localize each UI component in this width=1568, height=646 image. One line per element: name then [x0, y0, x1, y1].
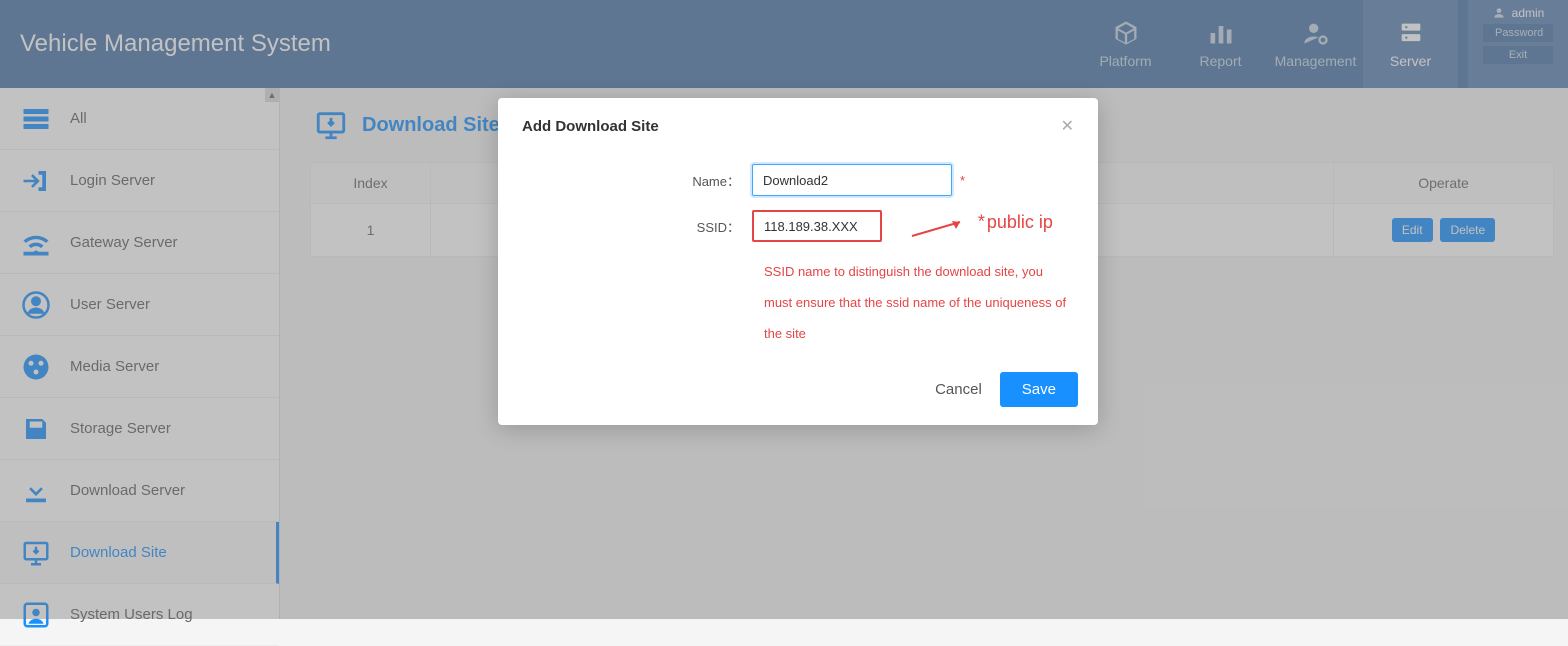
name-input[interactable] [752, 164, 952, 196]
modal-header: Add Download Site ✕ [498, 98, 1098, 154]
ssid-input[interactable] [752, 210, 882, 242]
ssid-label: SSID： [522, 217, 752, 236]
arrow-icon [910, 216, 970, 240]
modal-title: Add Download Site [522, 118, 659, 135]
public-ip-annotation: *public ip [976, 212, 1053, 234]
ssid-help-text: SSID name to distinguish the download si… [764, 256, 1074, 350]
modal-body: Name： * SSID： *public ip SSID name to di… [498, 154, 1098, 358]
required-star: * [960, 173, 965, 188]
add-download-site-modal: Add Download Site ✕ Name： * SSID： *publi… [498, 98, 1098, 425]
close-icon[interactable]: ✕ [1061, 116, 1074, 136]
modal-footer: Cancel Save [498, 358, 1098, 425]
save-button[interactable]: Save [1000, 372, 1078, 407]
form-row-name: Name： * [522, 164, 1074, 196]
cancel-button[interactable]: Cancel [935, 381, 982, 398]
form-row-ssid: SSID： *public ip [522, 210, 1074, 242]
name-label: Name： [522, 171, 752, 190]
